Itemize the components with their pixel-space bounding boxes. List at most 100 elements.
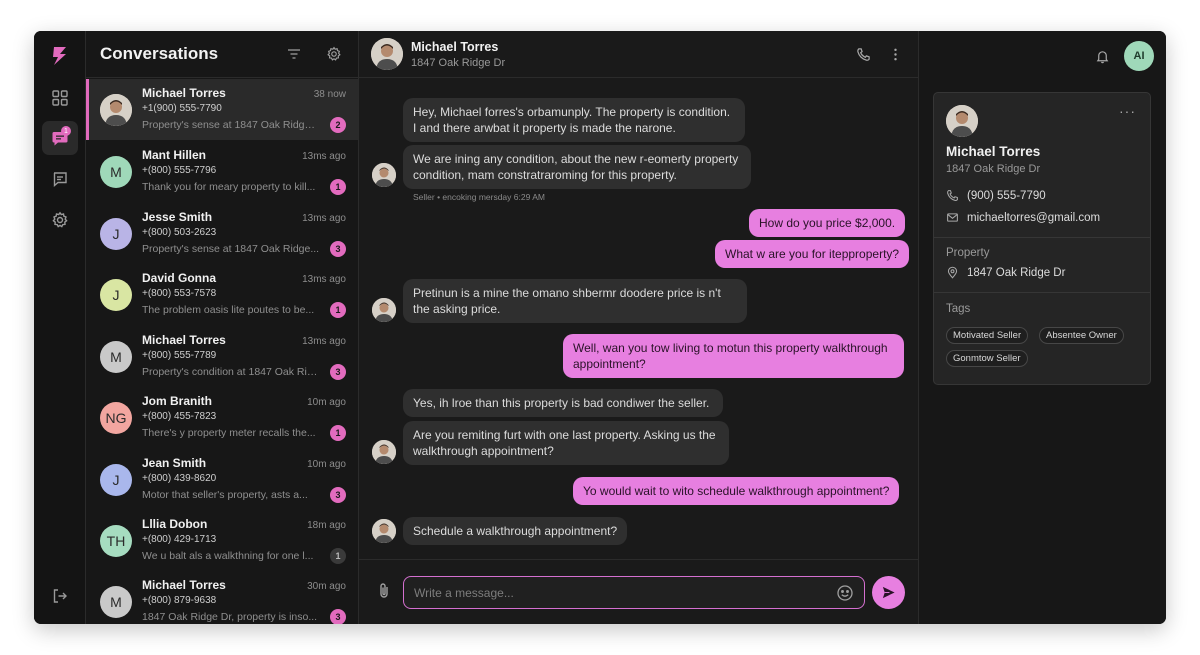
conversation-phone: +(800) 439-8620 bbox=[142, 473, 217, 484]
nav-rail: 1 bbox=[34, 31, 86, 624]
conversation-name: Michael Torres bbox=[142, 86, 226, 100]
conversation-phone: +(800) 555-7796 bbox=[142, 165, 217, 176]
conversation-item[interactable]: M Michael Torres 30m ago +(800) 879-9638 … bbox=[86, 571, 358, 624]
contact-photo-avatar[interactable] bbox=[371, 38, 403, 70]
conversation-name: Michael Torres bbox=[142, 578, 226, 592]
message-bubble-incoming: Schedule a walkthrough appointment? bbox=[403, 517, 628, 545]
conversation-preview: Property's condition at 1847 Oak Ridge..… bbox=[142, 366, 320, 378]
gear-icon bbox=[52, 211, 68, 228]
conversation-list: Conversations Michael Torres 38 now +1(90… bbox=[86, 31, 359, 624]
conversation-time: 10m ago bbox=[307, 459, 346, 470]
conversation-item[interactable]: Michael Torres 38 now +1(900) 555-7790 Pr… bbox=[86, 79, 358, 140]
person-photo-icon bbox=[372, 163, 396, 187]
top-right-controls: AI bbox=[1092, 41, 1154, 71]
person-photo-icon bbox=[372, 519, 396, 543]
user-avatar[interactable]: AI bbox=[1124, 41, 1154, 71]
gear-icon bbox=[327, 46, 341, 61]
conversation-time: 38 now bbox=[313, 89, 346, 100]
nav-settings[interactable] bbox=[42, 203, 78, 237]
tags-label: Tags bbox=[946, 303, 971, 315]
conversation-time: 13ms ago bbox=[302, 151, 346, 162]
filter-icon bbox=[288, 49, 300, 59]
conversation-phone: +(800) 879-9638 bbox=[142, 595, 217, 606]
contact-card: ··· Michael Torres 1847 Oak Ridge Dr (90… bbox=[933, 92, 1151, 385]
conversation-item[interactable]: TH Lllia Dobon 18m ago +(800) 429-1713 We… bbox=[86, 510, 358, 571]
conversation-item[interactable]: J David Gonna 13ms ago +(800) 553-7578 Th… bbox=[86, 264, 358, 325]
bell-icon bbox=[1096, 50, 1108, 63]
conversation-preview: The problem oasis lite poutes to be... bbox=[142, 304, 315, 316]
app-window: 1 Conversations Michael Torres 38 now +1… bbox=[34, 31, 1166, 624]
map-pin-icon bbox=[947, 266, 958, 279]
conversation-time: 10m ago bbox=[307, 397, 346, 408]
message-square-icon bbox=[53, 172, 67, 188]
chat-more-button[interactable] bbox=[884, 43, 906, 65]
filter-button[interactable] bbox=[284, 44, 304, 64]
notifications-button[interactable] bbox=[1092, 46, 1112, 66]
conversation-time: 13ms ago bbox=[302, 274, 346, 285]
property-address: 1847 Oak Ridge Dr bbox=[967, 266, 1066, 279]
message-bubble-incoming: Pretinun is a mine the omano shbermr doo… bbox=[403, 279, 747, 323]
sender-avatar bbox=[372, 519, 396, 543]
unread-count-badge: 1 bbox=[330, 179, 346, 195]
conversation-preview: Property's sense at 1847 Oak Ridge Dr... bbox=[142, 119, 320, 131]
logout-button[interactable] bbox=[42, 579, 78, 613]
initials-avatar: J bbox=[100, 278, 132, 311]
tag-chip[interactable]: Absentee Owner bbox=[1039, 327, 1124, 344]
contact-details-panel: AI ··· Michael Torres 1847 Oak Ridge Dr … bbox=[919, 31, 1166, 624]
divider bbox=[934, 237, 1150, 238]
initials-avatar: J bbox=[100, 463, 132, 496]
initials-avatar: NG bbox=[100, 401, 132, 434]
conversation-time: 13ms ago bbox=[302, 213, 346, 224]
contact-email-row[interactable]: michaeltorres@gmail.com bbox=[946, 211, 1100, 224]
conversation-item[interactable]: M Michael Torres 13ms ago +(800) 555-7789… bbox=[86, 326, 358, 387]
property-label: Property bbox=[946, 247, 990, 259]
conversation-item[interactable]: NG Jom Branith 10m ago +(800) 455-7823 Th… bbox=[86, 387, 358, 448]
property-address-row[interactable]: 1847 Oak Ridge Dr bbox=[946, 266, 1065, 279]
card-more-button[interactable]: ··· bbox=[1119, 103, 1136, 119]
emoji-icon[interactable] bbox=[836, 584, 854, 602]
initials-avatar: M bbox=[100, 155, 132, 188]
initials-avatar: M bbox=[100, 340, 132, 373]
conversation-item[interactable]: J Jesse Smith 13ms ago +(800) 503-2623 Pr… bbox=[86, 203, 358, 264]
message-input[interactable] bbox=[414, 585, 836, 600]
contact-phone-row[interactable]: (900) 555-7790 bbox=[946, 189, 1046, 202]
send-button[interactable] bbox=[872, 576, 905, 609]
tag-chip[interactable]: Motivated Seller bbox=[946, 327, 1029, 344]
nav-messages[interactable]: 1 bbox=[42, 121, 78, 155]
conversation-preview: Property's sense at 1847 Oak Ridge... bbox=[142, 243, 320, 255]
send-icon bbox=[882, 586, 895, 599]
unread-count-badge: 1 bbox=[330, 302, 346, 318]
unread-count-badge: 3 bbox=[330, 241, 346, 257]
messages-badge: 1 bbox=[61, 126, 71, 136]
call-button[interactable] bbox=[852, 43, 874, 65]
unread-count-badge: 3 bbox=[330, 364, 346, 380]
conversation-item[interactable]: J Jean Smith 10m ago +(800) 439-8620 Moto… bbox=[86, 449, 358, 510]
conversation-time: 30m ago bbox=[307, 581, 346, 592]
nav-inbox[interactable] bbox=[42, 162, 78, 196]
paperclip-icon[interactable] bbox=[375, 582, 393, 600]
conversation-name: Jom Branith bbox=[142, 394, 213, 408]
person-photo-icon bbox=[372, 298, 396, 322]
message-bubble-outgoing: Yo would wait to wito schedule walkthrou… bbox=[573, 477, 900, 505]
conversation-item[interactable]: M Mant Hillen 13ms ago +(800) 555-7796 Th… bbox=[86, 141, 358, 202]
unread-count-badge: 1 bbox=[330, 548, 346, 564]
nav-dashboard[interactable] bbox=[42, 81, 78, 115]
conversation-preview: There's y property meter recalls the... bbox=[142, 427, 316, 439]
chat-contact-name: Michael Torres bbox=[411, 39, 499, 54]
conversation-name: Mant Hillen bbox=[142, 148, 207, 162]
message-meta: Seller • encoking mersday 6:29 AM bbox=[413, 192, 545, 202]
message-bubble-incoming: We are ining any condition, about the ne… bbox=[403, 145, 751, 189]
contact-email: michaeltorres@gmail.com bbox=[967, 211, 1101, 224]
tag-chip[interactable]: Gonmtow Seller bbox=[946, 350, 1028, 367]
phone-icon bbox=[856, 47, 870, 61]
mail-icon bbox=[947, 213, 958, 222]
message-bubble-outgoing: How do you price $2,000. bbox=[749, 209, 906, 237]
contact-photo-avatar bbox=[946, 105, 978, 137]
unread-count-badge: 3 bbox=[330, 487, 346, 503]
message-bubble-outgoing: Well, wan you tow living to motun this p… bbox=[563, 334, 904, 378]
sender-avatar bbox=[372, 298, 396, 322]
list-settings-button[interactable] bbox=[324, 44, 344, 64]
conversation-name: Michael Torres bbox=[142, 333, 226, 347]
message-input-wrapper bbox=[403, 576, 865, 609]
divider bbox=[934, 292, 1150, 293]
